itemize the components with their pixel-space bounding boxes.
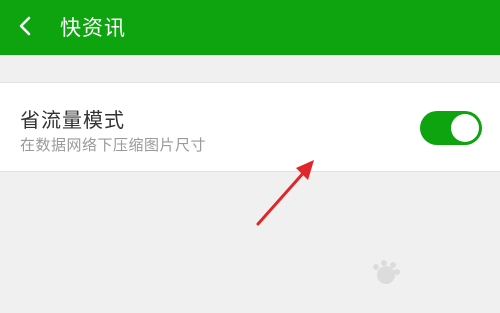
setting-description: 在数据网络下压缩图片尺寸 xyxy=(20,136,207,154)
chevron-left-icon xyxy=(18,15,32,41)
red-arrow-icon xyxy=(250,150,330,244)
data-saver-toggle[interactable] xyxy=(420,111,482,145)
page-title: 快资讯 xyxy=(60,15,126,40)
setting-title: 省流量模式 xyxy=(20,108,125,132)
watermark xyxy=(366,257,486,297)
app-bar: 快资讯 xyxy=(0,0,500,55)
toggle-knob xyxy=(451,114,479,142)
back-button[interactable] xyxy=(18,6,56,50)
